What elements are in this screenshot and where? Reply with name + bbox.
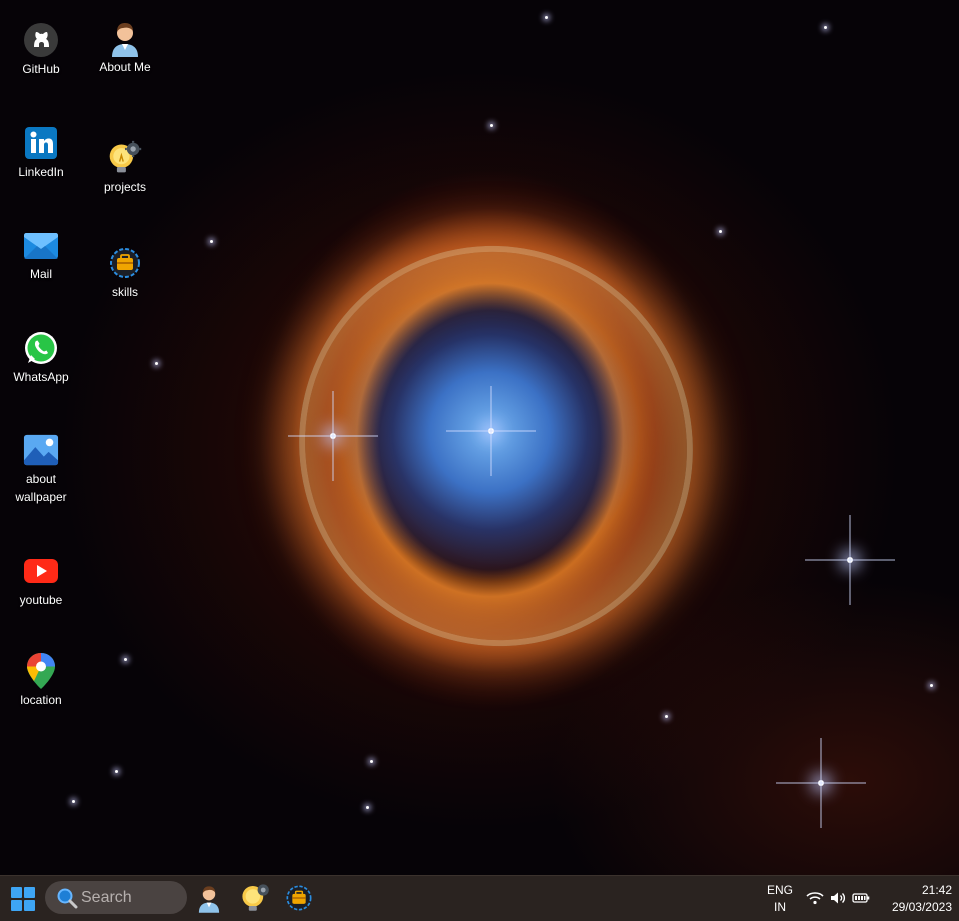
lightbulb-gear-icon [107,140,143,176]
battery-icon [852,893,870,903]
star [210,240,213,243]
user-icon [198,886,220,913]
toolbox-gear-icon [107,245,143,281]
image-icon [23,432,59,468]
desktop-icon-about-wallpaper[interactable]: about wallpaper [9,432,73,506]
star [818,780,824,786]
star [370,760,373,763]
lightbulb-gear-icon [242,884,269,911]
desktop-wallpaper [0,0,959,875]
language-indicator[interactable]: ENG IN [762,882,798,916]
star [490,124,493,127]
desktop-icon-label: Mail [29,267,52,281]
toolbox-gear-icon [286,885,312,911]
desktop-icon-linkedin[interactable]: LinkedIn [9,125,73,181]
desktop-icon-about-me[interactable]: About Me [93,20,157,76]
system-tray[interactable] [806,889,870,907]
taskbar-app-skills[interactable] [283,882,315,914]
mail-icon [23,227,59,263]
desktop-icon-label: youtube [19,593,63,607]
desktop-icon-whatsapp[interactable]: WhatsApp [9,330,73,386]
desktop-icon-label: LinkedIn [18,165,64,179]
desktop-icon-label: location [20,693,62,707]
search-icon [57,888,78,908]
star [665,715,668,718]
star [330,433,336,439]
desktop-icon-mail[interactable]: Mail [9,227,73,283]
desktop-icon-location[interactable]: location [9,653,73,709]
start-button[interactable] [10,886,36,912]
language-code: ENG [766,883,793,897]
desktop-icon-label: skills [112,285,138,299]
star [719,230,722,233]
star [115,770,118,773]
desktop-icon-github[interactable]: GitHub [9,22,73,78]
map-pin-icon [23,653,59,689]
desktop-icon-label: GitHub [22,62,60,76]
desktop-icon-label: About Me [99,60,151,74]
user-icon [107,20,143,57]
desktop-icon-youtube[interactable]: youtube [9,553,73,609]
desktop-icon-label: projects [103,180,147,194]
nebula-ring [233,180,759,712]
taskbar: Search ENG IN 21:42 29/03/2023 [0,875,959,921]
clock[interactable]: 21:42 29/03/2023 [876,882,952,916]
windows-logo-icon [11,887,35,911]
desktop-icon-label: about wallpaper [15,472,67,504]
taskbar-search[interactable]: Search [45,881,187,914]
star [824,26,827,29]
desktop-icon-projects[interactable]: projects [93,140,157,196]
star [930,684,933,687]
taskbar-app-projects[interactable] [240,882,272,914]
star [488,428,494,434]
taskbar-app-about-me[interactable] [193,882,225,914]
desktop-icon-skills[interactable]: skills [93,245,157,301]
volume-icon [831,892,846,904]
star [545,16,548,19]
clock-date: 29/03/2023 [891,900,952,914]
clock-time: 21:42 [921,883,952,897]
star [847,557,853,563]
language-region: IN [774,900,786,914]
star [124,658,127,661]
star [155,362,158,365]
linkedin-icon [23,125,59,161]
search-placeholder: Search [81,888,132,906]
github-icon [23,22,59,58]
youtube-icon [23,553,59,589]
desktop-icon-label: WhatsApp [13,370,69,384]
whatsapp-icon [23,330,59,366]
wifi-icon [806,892,824,905]
star [72,800,75,803]
star [366,806,369,809]
